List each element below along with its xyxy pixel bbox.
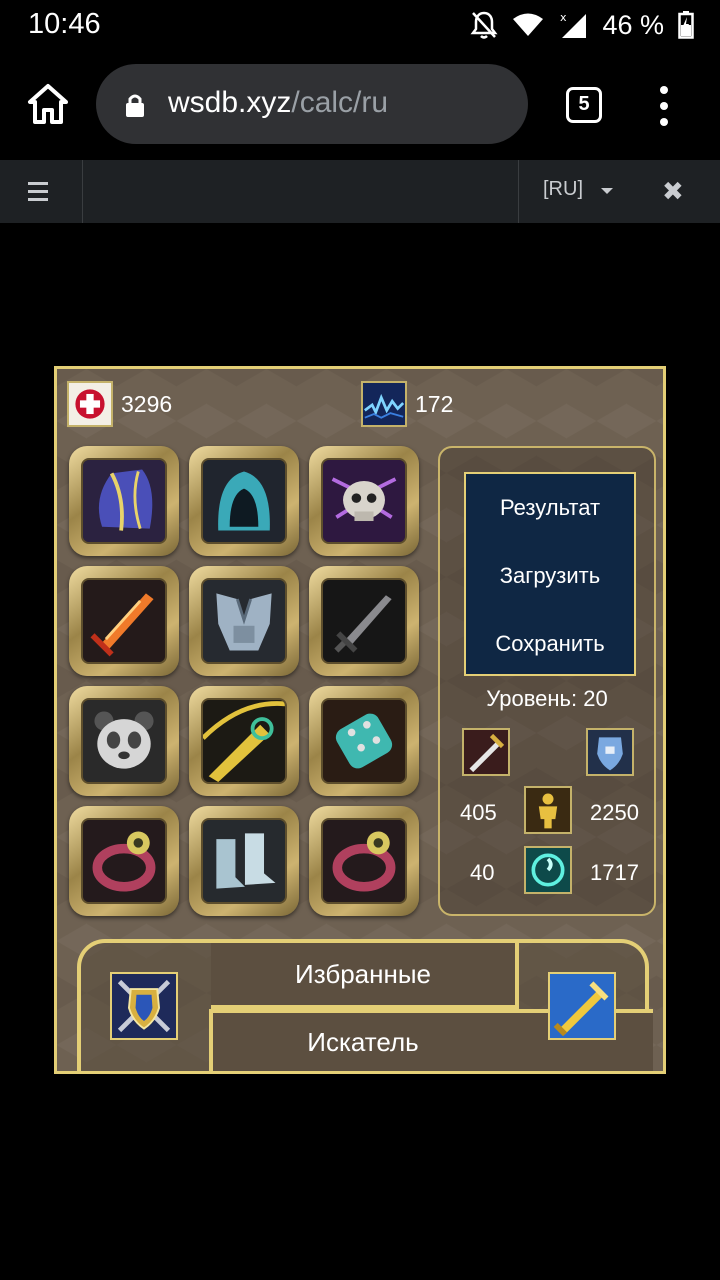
action-menu: Результат Загрузить Сохранить (464, 472, 636, 676)
wifi-icon (513, 13, 544, 36)
defense-icon (586, 728, 634, 776)
energy-icon (361, 381, 407, 427)
site-navbar: [RU] ✖ (0, 160, 720, 223)
language-dropdown[interactable]: [RU] (518, 160, 628, 223)
bottom-tab-frame: Избранные Искатель (77, 939, 653, 1071)
tab-favorites[interactable]: Избранные (211, 943, 519, 1009)
address-bar[interactable]: wsdb.xyz/calc/ru (96, 64, 528, 144)
svg-text:x: x (560, 11, 567, 24)
equip-slot-dark-sword[interactable] (309, 566, 419, 676)
url-text: wsdb.xyz/calc/ru (168, 86, 388, 120)
battery-icon (678, 11, 694, 39)
health-icon (67, 381, 113, 427)
boots-icon (203, 820, 285, 902)
home-icon (28, 84, 68, 124)
hamburger-menu-button[interactable] (0, 160, 83, 223)
hood-icon (203, 460, 285, 542)
flame-sword-icon (83, 580, 165, 662)
calculator-panel: 3296 172 Результат Загрузить Сохранить У… (54, 366, 666, 1074)
home-button[interactable] (24, 80, 72, 128)
equip-slot-panda[interactable] (69, 686, 179, 796)
tab-switcher-button[interactable]: 5 (566, 87, 602, 123)
skull-icon (323, 460, 405, 542)
spiked-bracer-icon (323, 700, 405, 782)
cloak-icon (83, 460, 165, 542)
signal-icon: x (560, 11, 587, 38)
equip-slot-skull[interactable] (309, 446, 419, 556)
result-button[interactable]: Результат (466, 495, 634, 521)
tab-favorites-label: Избранные (295, 959, 431, 989)
caret-down-icon (601, 188, 613, 194)
browser-toolbar: wsdb.xyz/calc/ru 5 (0, 50, 720, 160)
mp-stat: 172 (361, 381, 453, 427)
golden-blade-icon (203, 700, 285, 782)
status-bar: 10:46 x 46 % (0, 0, 720, 50)
spiral-icon (524, 846, 572, 894)
lock-icon (126, 94, 144, 117)
stat4-value: 1717 (590, 860, 639, 885)
attack-value: 405 (460, 800, 497, 825)
equip-slot-boots[interactable] (189, 806, 299, 916)
equip-slot-ring-left[interactable] (69, 806, 179, 916)
bell-off-icon (470, 11, 498, 39)
level-label: Уровень: 20 (486, 686, 608, 711)
eye-ring-icon (83, 820, 165, 902)
url-path: /calc/ru (291, 86, 389, 119)
clock: 10:46 (28, 8, 101, 40)
browser-menu-button[interactable] (654, 84, 674, 128)
equip-slot-spiked-bracer[interactable] (309, 686, 419, 796)
golden-sword-icon[interactable] (548, 972, 616, 1040)
status-icons: x 46 % (470, 8, 694, 42)
battery-percent: 46 % (602, 9, 664, 40)
equip-slot-ring-right[interactable] (309, 806, 419, 916)
hp-stat: 3296 (67, 381, 172, 427)
eye-ring-icon (323, 820, 405, 902)
equip-slot-hood[interactable] (189, 446, 299, 556)
tab-seeker-label: Искатель (307, 1027, 419, 1057)
panda-icon (83, 700, 165, 782)
equip-slot-flame-sword[interactable] (69, 566, 179, 676)
mp-value: 172 (415, 390, 454, 417)
stat3-value: 40 (470, 860, 495, 885)
body-icon (524, 786, 572, 834)
language-label: [RU] (543, 178, 583, 200)
save-button[interactable]: Сохранить (466, 631, 634, 657)
equip-slot-cloak[interactable] (69, 446, 179, 556)
hp-value: 3296 (121, 390, 173, 417)
attack-icon (462, 728, 510, 776)
load-button[interactable]: Загрузить (466, 563, 634, 589)
url-host: wsdb.xyz (168, 86, 292, 119)
close-button[interactable]: ✖ (662, 176, 684, 207)
defense-value: 2250 (590, 800, 639, 825)
armor-icon (203, 580, 285, 662)
equip-slot-golden-blade[interactable] (189, 686, 299, 796)
stats-panel: Результат Загрузить Сохранить Уровень: 2… (438, 446, 656, 916)
dark-sword-icon (323, 580, 405, 662)
equip-slot-armor[interactable] (189, 566, 299, 676)
